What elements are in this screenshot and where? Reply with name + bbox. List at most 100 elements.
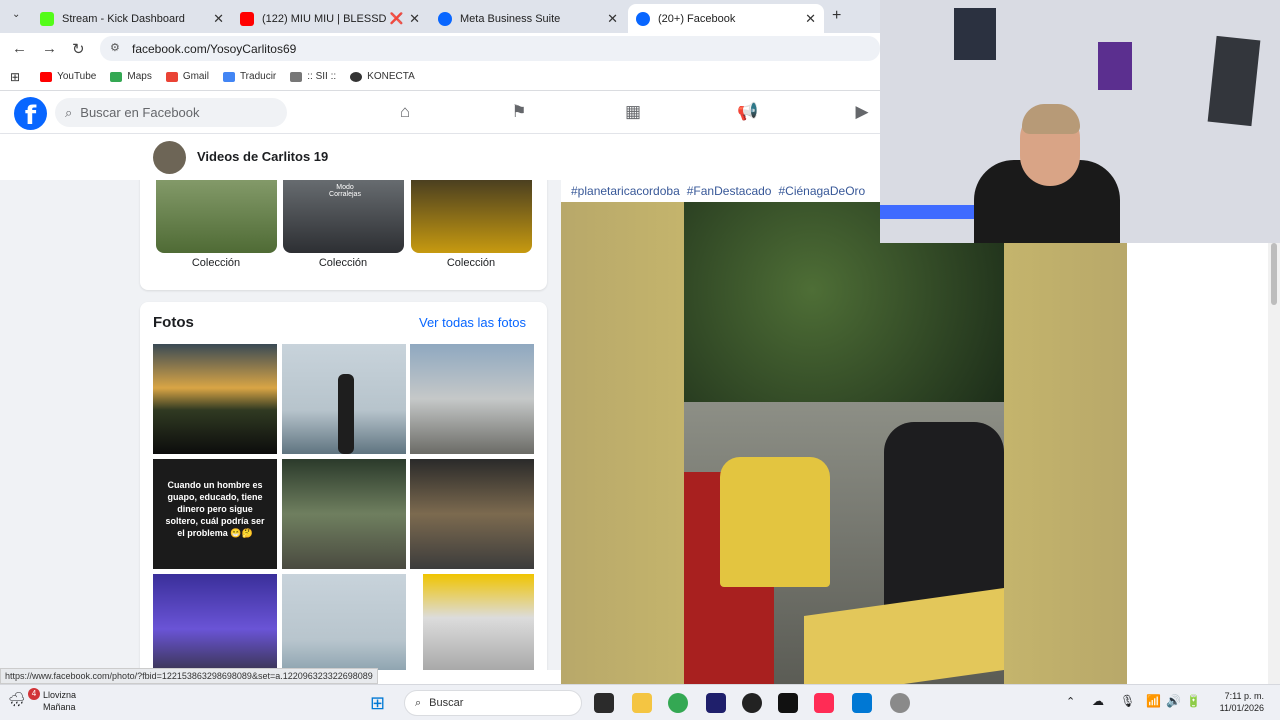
tab-facebook[interactable]: (20+) Facebook ✕: [628, 4, 824, 33]
new-tab-icon[interactable]: +: [832, 7, 841, 25]
hashtag-link[interactable]: #CiénagaDeOro: [778, 184, 865, 198]
tab-meta-business[interactable]: Meta Business Suite ✕: [430, 4, 626, 33]
wifi-icon[interactable]: 📶: [1146, 694, 1161, 708]
search-icon: ⌕: [65, 104, 73, 120]
app-icon[interactable]: [706, 693, 726, 713]
avatar[interactable]: [153, 141, 186, 174]
kick-icon: [40, 11, 54, 26]
chrome-icon[interactable]: [668, 693, 688, 713]
photo-thumbnail[interactable]: Cuando un hombre es guapo, educado, tien…: [153, 459, 277, 569]
back-icon[interactable]: ←: [12, 40, 27, 57]
search-icon: ⌕: [415, 696, 422, 709]
bookmark-konecta[interactable]: KONECTA: [350, 71, 415, 82]
close-icon[interactable]: ✕: [805, 11, 816, 27]
hashtag-link[interactable]: #planetaricacordoba: [571, 184, 680, 198]
photo-thumbnail[interactable]: [282, 574, 406, 670]
close-icon[interactable]: ✕: [213, 11, 224, 27]
photo-thumbnail[interactable]: [282, 459, 406, 569]
bookmark-gmail[interactable]: Gmail: [165, 71, 209, 82]
browser-tab-strip: ⌄ Stream - Kick Dashboard ✕ (122) MIU MI…: [0, 0, 880, 33]
reload-icon[interactable]: ↻: [72, 40, 85, 58]
see-all-photos-link[interactable]: Ver todas las fotos: [419, 315, 526, 330]
bookmark-traducir[interactable]: Traducir: [222, 71, 276, 82]
facebook-search-input[interactable]: ⌕ Buscar en Facebook: [55, 98, 287, 127]
tab-kick[interactable]: Stream - Kick Dashboard ✕: [32, 4, 232, 33]
bookmark-youtube[interactable]: YouTube: [40, 71, 96, 82]
collection-caption: Modo Corralejas: [329, 184, 361, 198]
collection-label[interactable]: Colección: [156, 257, 276, 269]
maps-icon: [110, 71, 123, 82]
bookmark-maps[interactable]: Maps: [110, 71, 152, 82]
scrollbar-thumb[interactable]: [1271, 243, 1277, 305]
konecta-icon: [350, 71, 363, 82]
bookmark-sii[interactable]: :: SII ::: [290, 71, 336, 82]
tab-youtube[interactable]: (122) MIU MIU | BLESSD ❌KR ✕: [232, 4, 428, 33]
yellow-shirt-figure: [720, 457, 830, 587]
bookmarks-bar: ⊞ YouTube Maps Gmail Traducir :: SII :: …: [0, 63, 880, 91]
scrollbar[interactable]: [1268, 243, 1280, 684]
page-title[interactable]: Videos de Carlitos 19: [197, 149, 328, 164]
capcut-icon[interactable]: [778, 693, 798, 713]
windows-taskbar: 🌧 4 Llovizna Mañana ⊞ ⌕ Buscar ⌃ ☁ 🎙 📶 🔊…: [0, 684, 1280, 720]
link-status-bar: https://www.facebook.com/photo/?fbid=122…: [0, 668, 378, 684]
photo-quote-text: Cuando un hombre es guapo, educado, tien…: [165, 480, 265, 538]
obs-icon[interactable]: [742, 693, 762, 713]
photo-thumbnail[interactable]: [282, 344, 406, 454]
meta-icon: [438, 11, 452, 26]
post-hashtags: #planetaricacordoba #FanDestacado #Ciéna…: [561, 180, 880, 202]
youtube-icon: [40, 71, 53, 82]
site-info-icon[interactable]: ⚙: [110, 41, 120, 54]
close-icon[interactable]: ✕: [409, 11, 420, 27]
photos-card: Fotos Ver todas las fotos Cuando un homb…: [140, 302, 547, 670]
store-icon[interactable]: [852, 693, 872, 713]
microphone-icon[interactable]: 🎙: [1120, 694, 1135, 708]
dashboard-icon[interactable]: ▦: [622, 102, 644, 124]
photo-thumbnail[interactable]: [423, 574, 534, 670]
task-view-icon[interactable]: [594, 693, 614, 713]
collection-thumbnail[interactable]: [411, 180, 532, 253]
poster: [1098, 42, 1132, 90]
video-icon[interactable]: ▶: [851, 102, 873, 124]
weather-icon[interactable]: 🌧: [8, 691, 26, 708]
person-silhouette: [338, 374, 354, 454]
tray-chevron-icon[interactable]: ⌃: [1066, 695, 1075, 708]
hashtag-link[interactable]: #FanDestacado: [687, 184, 772, 198]
tiktok-icon[interactable]: [814, 693, 834, 713]
photos-title: Fotos: [153, 314, 194, 331]
translate-icon: [222, 71, 235, 82]
collection-label[interactable]: Colección: [411, 257, 531, 269]
file-explorer-icon[interactable]: [632, 693, 652, 713]
home-icon[interactable]: ⌂: [394, 102, 416, 124]
address-bar[interactable]: ⚙ facebook.com/YosoyCarlitos69: [100, 36, 880, 61]
facebook-icon: [636, 11, 650, 26]
volume-icon[interactable]: 🔊: [1166, 694, 1181, 708]
photo-thumbnail[interactable]: [410, 459, 534, 569]
photo-thumbnail[interactable]: [153, 574, 277, 670]
video-frame: [684, 202, 1004, 684]
apps-grid-icon[interactable]: ⊞: [10, 70, 20, 84]
collection-thumbnail[interactable]: [156, 180, 277, 253]
flag-icon[interactable]: ⚑: [508, 102, 530, 124]
onedrive-icon[interactable]: ☁: [1092, 694, 1104, 708]
close-icon[interactable]: ✕: [607, 11, 618, 27]
forward-icon[interactable]: →: [42, 40, 57, 57]
photo-thumbnail[interactable]: [410, 344, 534, 454]
taskbar-search-input[interactable]: ⌕ Buscar: [404, 690, 582, 716]
battery-icon[interactable]: 🔋: [1186, 694, 1201, 708]
facebook-logo[interactable]: f: [14, 97, 47, 131]
system-clock[interactable]: 7:11 p. m. 11/01/2026: [1220, 690, 1264, 714]
url-text: facebook.com/YosoyCarlitos69: [132, 41, 297, 56]
facebook-header: f ⌕ Buscar en Facebook ⌂ ⚑ ▦ 📢 ▶: [0, 92, 880, 134]
video-player[interactable]: [561, 202, 1127, 684]
tab-search-chevron-icon[interactable]: ⌄: [12, 9, 20, 20]
collection-label[interactable]: Colección: [283, 257, 403, 269]
megaphone-icon[interactable]: 📢: [737, 102, 759, 124]
photo-thumbnail[interactable]: [153, 344, 277, 454]
collections-card: Modo Corralejas Colección Colección Cole…: [140, 180, 547, 290]
youtube-icon: [240, 11, 254, 26]
right-panel: [1127, 243, 1280, 684]
windows-start-icon[interactable]: ⊞: [370, 693, 385, 714]
settings-icon[interactable]: [890, 693, 910, 713]
weather-widget[interactable]: Llovizna Mañana: [43, 689, 76, 713]
gmail-icon: [165, 71, 178, 82]
